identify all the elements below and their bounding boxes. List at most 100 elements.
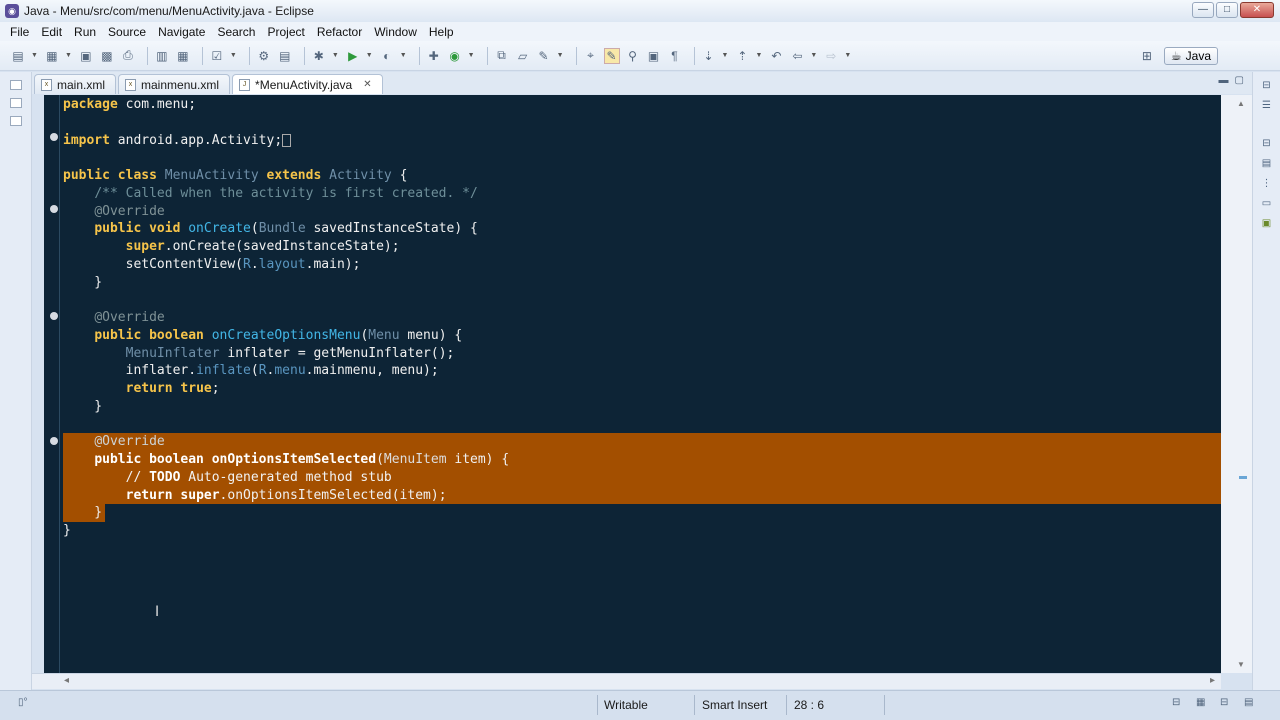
code-content[interactable]: package com.menu; import android.app.Act…: [63, 96, 1221, 540]
outline-icon[interactable]: ▤: [1260, 158, 1274, 170]
overview-ruler[interactable]: ▲ ▼: [1221, 95, 1252, 673]
menu-help[interactable]: Help: [423, 25, 460, 39]
open-type-icon[interactable]: ⧉: [494, 48, 510, 64]
next-annotation-icon[interactable]: ⇣: [701, 48, 717, 64]
forward-dropdown-icon[interactable]: ▼: [844, 52, 851, 59]
next-annotation-dropdown-icon[interactable]: ▼: [722, 52, 729, 59]
menu-refactor[interactable]: Refactor: [311, 25, 368, 39]
print-icon[interactable]: ⎙: [120, 48, 136, 64]
back-icon[interactable]: ⇦: [789, 48, 805, 64]
console-status-icon[interactable]: ▤: [1244, 697, 1253, 708]
save-icon[interactable]: ▣: [78, 48, 94, 64]
close-tab-icon[interactable]: ✕: [363, 79, 371, 90]
menu-edit[interactable]: Edit: [35, 25, 68, 39]
block-selection-icon[interactable]: ⚲: [625, 48, 641, 64]
show-whitespace-icon[interactable]: ▣: [646, 48, 662, 64]
code-line: @Override: [94, 203, 165, 219]
code-line: setContentView(R.layout.main);: [63, 256, 361, 272]
menu-file[interactable]: File: [4, 25, 35, 39]
search-dropdown-icon[interactable]: ▼: [557, 52, 564, 59]
open-dropdown-icon[interactable]: ▼: [65, 52, 72, 59]
back-dropdown-icon[interactable]: ▼: [810, 52, 817, 59]
toolbar-separator: [201, 46, 203, 65]
pilcrow-icon[interactable]: ¶: [667, 48, 683, 64]
menu-project[interactable]: Project: [261, 25, 310, 39]
java-file-icon: J: [239, 78, 251, 91]
android-sdk-icon[interactable]: ⚙: [256, 48, 272, 64]
run-dropdown-icon[interactable]: ▼: [366, 52, 373, 59]
tab-mainmenu-xml[interactable]: x mainmenu.xml: [118, 74, 231, 94]
run-icon[interactable]: ▶: [345, 48, 361, 64]
restore-view-icon[interactable]: ⊟: [1260, 80, 1274, 92]
new-class-dropdown-icon[interactable]: ▼: [468, 52, 475, 59]
menu-source[interactable]: Source: [102, 25, 152, 39]
fast-view-icon[interactable]: ▯°: [18, 697, 28, 708]
progress-icon[interactable]: ⊟: [1172, 697, 1180, 708]
task-dropdown-icon[interactable]: ▼: [230, 52, 237, 59]
fold-icon[interactable]: [50, 437, 58, 445]
horizontal-scrollbar[interactable]: ◂ ▸: [32, 673, 1221, 689]
open-icon[interactable]: ▦: [44, 48, 60, 64]
close-button[interactable]: ✕: [1240, 2, 1274, 18]
open-perspective-icon[interactable]: ⊞: [1139, 48, 1155, 64]
scroll-right-icon[interactable]: ▸: [1210, 675, 1215, 686]
maximize-button[interactable]: □: [1216, 2, 1238, 18]
package-explorer-icon[interactable]: [9, 98, 22, 108]
menu-window[interactable]: Window: [368, 25, 423, 39]
build-icon[interactable]: ▥: [154, 48, 170, 64]
heap-icon[interactable]: ▦: [1196, 697, 1205, 708]
task-list-icon[interactable]: ☰: [1260, 100, 1274, 112]
new-java-project-icon[interactable]: ✚: [426, 48, 442, 64]
save-all-icon[interactable]: ▩: [99, 48, 115, 64]
previous-annotation-dropdown-icon[interactable]: ▼: [755, 52, 762, 59]
maximize-editor-icon[interactable]: ▢: [1235, 75, 1244, 86]
fold-icon[interactable]: [50, 133, 58, 141]
last-edit-location-icon[interactable]: ↶: [768, 48, 784, 64]
task-icon[interactable]: ☑: [209, 48, 225, 64]
status-divider: [786, 695, 787, 715]
new-class-icon[interactable]: ◉: [447, 48, 463, 64]
open-task-icon[interactable]: ▱: [515, 48, 531, 64]
restore-icon[interactable]: ⊟: [1220, 697, 1228, 708]
code-editor[interactable]: package com.menu; import android.app.Act…: [44, 95, 1221, 673]
debug-dropdown-icon[interactable]: ▼: [332, 52, 339, 59]
scroll-left-icon[interactable]: ◂: [64, 675, 69, 686]
new-dropdown-icon[interactable]: ▼: [31, 52, 38, 59]
external-build-icon[interactable]: ▦: [175, 48, 191, 64]
forward-icon[interactable]: ⇨: [823, 48, 839, 64]
code-line: @Override: [94, 310, 165, 325]
previous-annotation-icon[interactable]: ⇡: [734, 48, 750, 64]
xml-file-icon: x: [41, 78, 52, 91]
scroll-down-icon[interactable]: ▼: [1237, 660, 1245, 669]
menu-run[interactable]: Run: [68, 25, 102, 39]
console-icon[interactable]: ▭: [1260, 198, 1274, 210]
scroll-up-icon[interactable]: ▲: [1237, 99, 1245, 108]
toggle-mark-occurrences-icon[interactable]: ✎: [603, 47, 620, 64]
android-icon[interactable]: ▣: [1260, 218, 1274, 230]
occurrence-marker[interactable]: [1239, 476, 1247, 479]
hierarchy-icon[interactable]: [9, 116, 22, 126]
restore-view-icon[interactable]: [9, 80, 22, 90]
tab-menuactivity-java[interactable]: J *MenuActivity.java ✕: [232, 74, 383, 94]
restore-outline-icon[interactable]: ⊟: [1260, 138, 1274, 150]
fold-icon[interactable]: [50, 312, 58, 320]
hierarchy-view-icon[interactable]: ⋮: [1260, 178, 1274, 190]
menu-navigate[interactable]: Navigate: [152, 25, 211, 39]
new-icon[interactable]: ▤: [10, 48, 26, 64]
minimize-editor-icon[interactable]: ▬: [1219, 75, 1229, 86]
perspective-switcher: ⊞ ☕ Java: [1139, 46, 1218, 66]
external-tools-icon[interactable]: ◐: [379, 48, 395, 64]
menu-search[interactable]: Search: [211, 25, 261, 39]
external-tools-dropdown-icon[interactable]: ▼: [400, 52, 407, 59]
toggle-breadcrumb-icon[interactable]: ⌖: [583, 48, 599, 64]
avd-manager-icon[interactable]: ▤: [277, 48, 293, 64]
tab-main-xml[interactable]: x main.xml: [34, 74, 117, 94]
java-perspective-button[interactable]: ☕ Java: [1163, 47, 1218, 65]
search-icon[interactable]: ✎: [536, 48, 552, 64]
editor-gutter[interactable]: [44, 95, 60, 673]
minimize-button[interactable]: —: [1192, 2, 1214, 18]
fold-icon[interactable]: [50, 205, 58, 213]
debug-icon[interactable]: ✱: [311, 48, 327, 64]
